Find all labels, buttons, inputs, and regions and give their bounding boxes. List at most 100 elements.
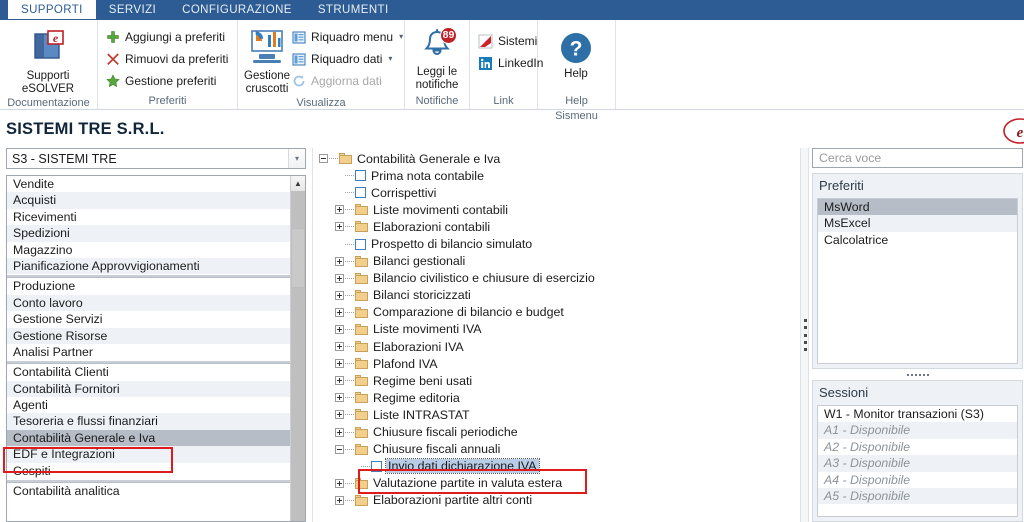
module-list-item[interactable]: Conto lavoro [7, 294, 290, 312]
expand-plus-icon[interactable] [335, 205, 344, 215]
favorites-list[interactable]: MsWord MsExcel Calcolatrice [817, 198, 1018, 364]
tree-node[interactable]: Regime beni usati [313, 372, 800, 389]
tree-node[interactable]: Comparazione di bilancio e budget [313, 304, 800, 321]
gestione-preferiti-button[interactable]: Gestione preferiti [104, 70, 232, 92]
tree-node[interactable]: Corrispettivi [313, 184, 800, 201]
gestione-cruscotti-button[interactable]: Gestione cruscotti [244, 23, 290, 96]
scrollbar-thumb[interactable] [291, 228, 305, 288]
tree-node[interactable]: Bilancio civilistico e chiusure di eserc… [313, 270, 800, 287]
tree-node[interactable]: Elaborazioni IVA [313, 338, 800, 355]
module-list-item[interactable]: Spedizioni [7, 225, 290, 242]
leggi-le-notifiche-button[interactable]: 89 Leggi le notifiche [411, 23, 463, 92]
sistemi-link-button[interactable]: Sistemi [476, 30, 547, 52]
module-list-item[interactable]: Gestione Servizi [7, 311, 290, 327]
tree-node[interactable]: Prospetto di bilancio simulato [313, 235, 800, 252]
tree-node[interactable]: Valutazione partite in valuta estera [313, 475, 800, 492]
tree-node[interactable]: Bilanci storicizzati [313, 287, 800, 304]
tree-node[interactable]: Plafond IVA [313, 355, 800, 372]
session-item[interactable]: A1 - Disponibile [818, 422, 1017, 439]
tree-node[interactable]: Elaborazioni contabili [313, 218, 800, 235]
session-item[interactable]: A4 - Disponibile [818, 472, 1017, 488]
sessions-list[interactable]: W1 - Monitor transazioni (S3) A1 - Dispon… [817, 405, 1018, 517]
tree-node[interactable]: Chiusure fiscali periodiche [313, 424, 800, 441]
expand-plus-icon[interactable] [335, 222, 344, 232]
module-list-item[interactable]: Cespiti [7, 463, 290, 479]
tree-node[interactable]: Regime editoria [313, 389, 800, 406]
menu-tree[interactable]: Contabilità Generale e Iva Prima nota con… [312, 148, 800, 522]
expand-plus-icon[interactable] [335, 290, 344, 300]
expand-plus-icon[interactable] [335, 256, 344, 266]
tree-node[interactable]: Liste movimenti IVA [313, 321, 800, 338]
tree-node[interactable]: Elaborazioni partite altri conti [313, 492, 800, 509]
expand-plus-icon[interactable] [335, 307, 344, 317]
session-item[interactable]: A2 - Disponibile [818, 439, 1017, 455]
module-list-scrollbar[interactable]: ▲ [290, 176, 305, 521]
favorite-item[interactable]: Calcolatrice [818, 232, 1017, 248]
expand-plus-icon[interactable] [335, 376, 344, 386]
module-list-item[interactable]: Agenti [7, 397, 290, 413]
favorite-item[interactable]: MsWord [818, 199, 1017, 216]
session-item[interactable]: W1 - Monitor transazioni (S3) [818, 406, 1017, 422]
chevron-down-icon[interactable]: ▾ [388, 55, 392, 63]
expand-plus-icon[interactable] [335, 393, 344, 403]
expand-plus-icon[interactable] [335, 273, 344, 283]
tree-node[interactable]: Contabilità Generale e Iva [313, 150, 800, 167]
horizontal-splitter[interactable] [812, 369, 1023, 380]
riquadro-menu-button[interactable]: Riquadro menu ▾ [290, 26, 407, 48]
expand-plus-icon[interactable] [335, 324, 344, 334]
tab-strumenti[interactable]: STRUMENTI [305, 0, 402, 20]
expand-plus-icon[interactable] [335, 410, 344, 420]
linkedin-link-button[interactable]: LinkedIn [476, 52, 547, 74]
rimuovi-da-preferiti-button[interactable]: Rimuovi da preferiti [104, 48, 232, 70]
scroll-up-button[interactable]: ▲ [291, 176, 305, 191]
module-list-item[interactable]: EDF e Integrazioni [7, 446, 290, 463]
tree-node[interactable]: Invio dati dichiarazione IVA [313, 458, 800, 475]
tree-node-label: Bilanci storicizzati [373, 288, 471, 303]
module-list-item[interactable]: Produzione [7, 278, 290, 294]
tree-node[interactable]: Prima nota contabile [313, 167, 800, 184]
search-voce-input[interactable]: Cerca voce [812, 148, 1023, 168]
module-listbox[interactable]: Vendite Acquisti Ricevimenti Spedizioni Maga… [6, 175, 306, 522]
tree-node[interactable]: Bilanci gestionali [313, 253, 800, 270]
tree-node[interactable]: Liste movimenti contabili [313, 201, 800, 218]
company-select[interactable]: S3 - SISTEMI TRE ▾ [6, 148, 306, 169]
tab-servizi[interactable]: SERVIZI [96, 0, 169, 20]
tab-configurazione[interactable]: CONFIGURAZIONE [169, 0, 305, 20]
module-list-item[interactable]: Acquisti [7, 192, 290, 209]
module-list-item[interactable]: Gestione Risorse [7, 327, 290, 344]
module-list-item[interactable]: Magazzino [7, 242, 290, 258]
expand-plus-icon[interactable] [335, 495, 344, 505]
module-list-item[interactable]: Vendite [7, 176, 290, 192]
module-list-item[interactable]: Tesoreria e flussi finanziari [7, 413, 290, 430]
tree-connector-line [345, 431, 354, 433]
chevron-down-icon[interactable]: ▾ [288, 149, 305, 168]
collapse-minus-icon[interactable] [319, 154, 328, 164]
collapse-minus-icon[interactable] [335, 444, 344, 454]
module-list-item[interactable]: Contabilità Clienti [7, 364, 290, 380]
aggiungi-a-preferiti-button[interactable]: Aggiungi a preferiti [104, 26, 232, 48]
vertical-splitter[interactable] [800, 148, 809, 522]
tree-node[interactable]: Chiusure fiscali annuali [313, 441, 800, 458]
favorite-item[interactable]: MsExcel [818, 215, 1017, 232]
expand-plus-icon[interactable] [335, 342, 344, 352]
folder-icon [355, 306, 368, 318]
session-item[interactable]: A5 - Disponibile [818, 487, 1017, 505]
module-list-item[interactable]: Analisi Partner [7, 344, 290, 360]
expand-plus-icon[interactable] [335, 478, 344, 488]
help-button[interactable]: ? Help [544, 23, 608, 81]
tree-node[interactable]: Liste INTRASTAT [313, 406, 800, 423]
folder-icon [355, 221, 368, 233]
chevron-down-icon[interactable]: ▾ [399, 33, 403, 41]
module-list-item[interactable]: Contabilità analitica [7, 483, 290, 499]
supporti-esolver-button[interactable]: e Supporti eSOLVER [6, 23, 90, 96]
expand-plus-icon[interactable] [335, 427, 344, 437]
tree-connector-line [345, 499, 354, 501]
riquadro-dati-button[interactable]: Riquadro dati ▾ [290, 48, 407, 70]
module-list-item[interactable]: Ricevimenti [7, 209, 290, 225]
module-list-item[interactable]: Contabilità Generale e Iva [7, 429, 290, 447]
session-item[interactable]: A3 - Disponibile [818, 455, 1017, 472]
expand-plus-icon[interactable] [335, 359, 344, 369]
module-list-item[interactable]: Pianificazione Approvvigionamenti [7, 257, 290, 275]
module-list-item[interactable]: Contabilità Fornitori [7, 380, 290, 398]
tab-supporti[interactable]: SUPPORTI [8, 0, 96, 20]
